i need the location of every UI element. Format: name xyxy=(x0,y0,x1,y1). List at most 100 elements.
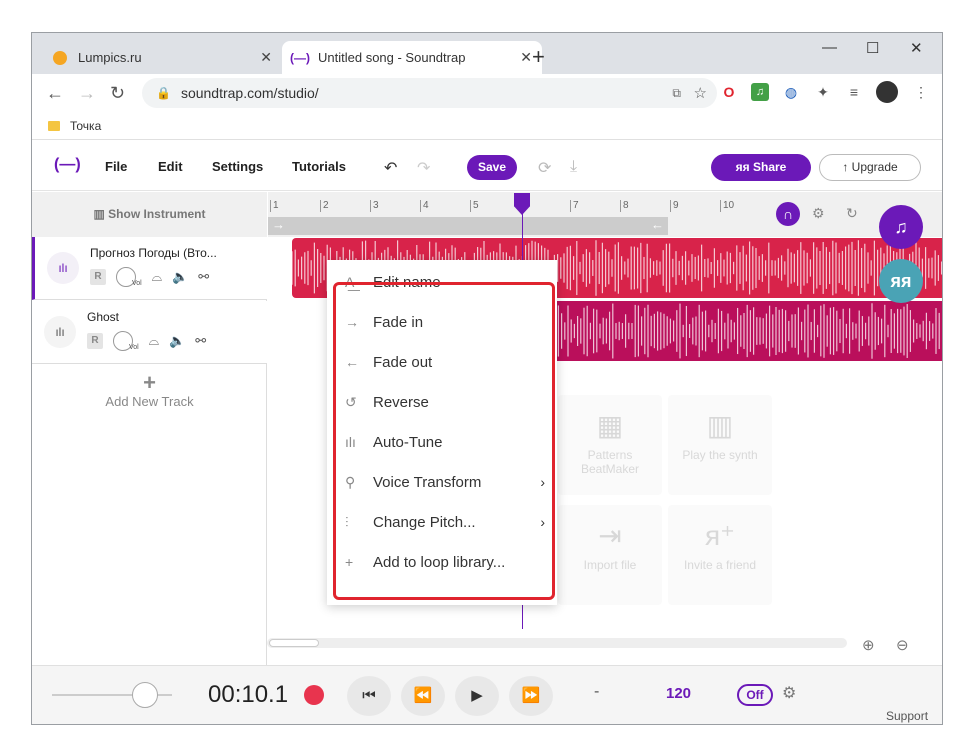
show-instrument-label: Show Instrument xyxy=(108,207,206,221)
add-new-track-button[interactable]: + Add New Track xyxy=(32,370,267,410)
globe-extension-icon[interactable]: ◍ xyxy=(782,83,800,101)
redo-icon[interactable]: ↷ xyxy=(417,158,430,178)
star-icon[interactable]: ☆ xyxy=(694,84,707,102)
music-extension-icon[interactable]: ♫ xyxy=(751,83,769,101)
close-tab-icon[interactable]: ✕ xyxy=(520,49,532,66)
forward-icon[interactable]: → xyxy=(78,83,96,104)
url-text: soundtrap.com/studio/ xyxy=(180,85,319,101)
new-tab-icon[interactable]: + xyxy=(532,44,545,70)
translate-icon[interactable]: ⧉ xyxy=(672,86,681,101)
keyboard-icon: ▥ xyxy=(93,207,109,221)
share-label: Share xyxy=(752,160,787,174)
media-control-icon[interactable]: ≡ xyxy=(845,83,863,101)
zoom-out-icon[interactable]: ⊖ xyxy=(896,636,909,654)
collaborators-icon[interactable]: ᴙᴙ xyxy=(879,259,923,303)
track-name: Ghost xyxy=(87,310,120,324)
bookmark-item[interactable]: Точка xyxy=(70,119,101,133)
master-volume-slider[interactable] xyxy=(52,682,172,708)
horizontal-scrollbar[interactable] xyxy=(267,638,847,648)
settings-gear-icon[interactable]: ⚙ xyxy=(812,205,825,222)
ruler-tick-label: 5 xyxy=(470,200,479,212)
track-row[interactable]: ılı Ghost R Vol ⌓ 🔈 ⚯ xyxy=(32,301,267,364)
soundtrap-logo-icon[interactable]: (—) xyxy=(54,156,81,174)
back-icon[interactable]: ← xyxy=(46,83,64,104)
tab-bar: Lumpics.ru ✕ (—) Untitled song - Soundtr… xyxy=(32,33,942,74)
rewind-icon[interactable]: ⏪ xyxy=(401,676,445,716)
ruler-tick-label: 8 xyxy=(620,200,629,212)
maximize-icon[interactable]: ☐ xyxy=(866,39,879,57)
sync-icon[interactable]: ⟳ xyxy=(538,158,551,178)
scroll-thumb[interactable] xyxy=(269,639,319,647)
play-icon[interactable]: ▶ xyxy=(455,676,499,716)
vol-label: Vol xyxy=(132,279,142,287)
tile-label: Import file xyxy=(583,558,637,572)
tempo-display[interactable]: 120 xyxy=(666,685,691,702)
ruler-tick-label: 7 xyxy=(570,200,579,212)
mute-icon[interactable]: 🔈 xyxy=(172,269,188,285)
headphones-icon[interactable]: ⌓ xyxy=(152,269,162,285)
time-display: 00:10.1 xyxy=(208,681,289,708)
key-display[interactable]: - xyxy=(594,683,599,701)
more-menu-icon[interactable]: ⋮ xyxy=(912,83,930,101)
music-note-icon[interactable]: ♫ xyxy=(879,205,923,249)
plus-icon: + xyxy=(143,370,156,395)
loop-region[interactable]: → ← xyxy=(268,217,668,235)
patterns-beatmaker-tile[interactable]: ▦ Patterns BeatMaker xyxy=(558,395,662,495)
headphones-icon[interactable]: ⌓ xyxy=(149,333,159,349)
effects-icon[interactable]: ⚯ xyxy=(195,333,206,349)
record-arm-button[interactable]: R xyxy=(87,333,103,349)
menu-edit[interactable]: Edit xyxy=(158,159,183,174)
download-icon[interactable]: ⤓ xyxy=(570,158,577,176)
menu-settings[interactable]: Settings xyxy=(212,159,263,174)
profile-avatar[interactable] xyxy=(876,81,898,103)
menu-file[interactable]: File xyxy=(105,159,127,174)
track-row[interactable]: ılı Прогноз Погоды (Вто... R Vol ⌓ 🔈 ⚯ xyxy=(32,237,267,300)
undo-icon[interactable]: ↶ xyxy=(384,158,397,178)
tab-soundtrap[interactable]: (—) Untitled song - Soundtrap ✕ xyxy=(282,41,542,74)
magnet-icon[interactable]: ∩ xyxy=(776,202,800,226)
invite-friend-tile[interactable]: ᴙ⁺ Invite a friend xyxy=(668,505,772,605)
waveform-icon: ılı xyxy=(47,252,79,284)
extensions-puzzle-icon[interactable]: ✦ xyxy=(814,83,832,101)
tab-lumpics[interactable]: Lumpics.ru ✕ xyxy=(42,41,282,74)
minimize-icon[interactable]: — xyxy=(822,39,837,56)
effects-icon[interactable]: ⚯ xyxy=(198,269,209,285)
audio-clip[interactable] xyxy=(552,301,942,361)
record-arm-button[interactable]: R xyxy=(90,269,106,285)
share-button[interactable]: ᴙᴙ Share xyxy=(711,154,811,181)
zoom-in-icon[interactable]: ⊕ xyxy=(862,636,875,654)
record-button[interactable] xyxy=(304,685,324,705)
fast-forward-icon[interactable]: ⏩ xyxy=(509,676,553,716)
slider-handle[interactable] xyxy=(132,682,158,708)
upgrade-button[interactable]: ↑ Upgrade xyxy=(819,154,921,181)
show-instrument-button[interactable]: ▥ Show Instrument xyxy=(32,192,267,237)
ruler-tick-label: 2 xyxy=(320,200,329,212)
save-button[interactable]: Save xyxy=(467,155,517,180)
url-field[interactable]: 🔒 soundtrap.com/studio/ ⧉ ☆ xyxy=(142,78,717,108)
support-link[interactable]: Support xyxy=(886,709,928,723)
transport-settings-icon[interactable]: ⚙ xyxy=(782,683,796,703)
ruler-tick-label: 3 xyxy=(370,200,379,212)
tile-label: Play the synth xyxy=(682,448,758,462)
skip-to-start-icon[interactable]: ⏮ xyxy=(347,676,391,716)
browser-window: Lumpics.ru ✕ (—) Untitled song - Soundtr… xyxy=(32,33,942,724)
timeline-ruler[interactable]: 12345678910 → ← ∩ ⚙ ↻ xyxy=(268,192,942,237)
folder-icon xyxy=(48,120,60,131)
track-panel: ▥ Show Instrument ılı Прогноз Погоды (Вт… xyxy=(32,192,267,665)
play-synth-tile[interactable]: ▥ Play the synth xyxy=(668,395,772,495)
tile-label: Patterns BeatMaker xyxy=(580,448,640,476)
menu-tutorials[interactable]: Tutorials xyxy=(292,159,346,174)
ruler-tick-label: 9 xyxy=(670,200,679,212)
reload-icon[interactable]: ↻ xyxy=(110,83,125,104)
close-window-icon[interactable]: ✕ xyxy=(910,39,923,57)
close-tab-icon[interactable]: ✕ xyxy=(260,49,272,66)
opera-extension-icon[interactable]: O xyxy=(720,83,738,101)
loop-end-icon[interactable]: ← xyxy=(651,217,664,232)
import-file-tile[interactable]: ⇥ Import file xyxy=(558,505,662,605)
mute-icon[interactable]: 🔈 xyxy=(169,333,185,349)
loop-toggle-icon[interactable]: ↻ xyxy=(846,205,858,222)
highlight-box xyxy=(333,282,555,600)
tile-label: Invite a friend xyxy=(683,558,757,572)
loop-start-icon[interactable]: → xyxy=(272,217,285,232)
metronome-toggle[interactable]: Off xyxy=(737,684,773,706)
